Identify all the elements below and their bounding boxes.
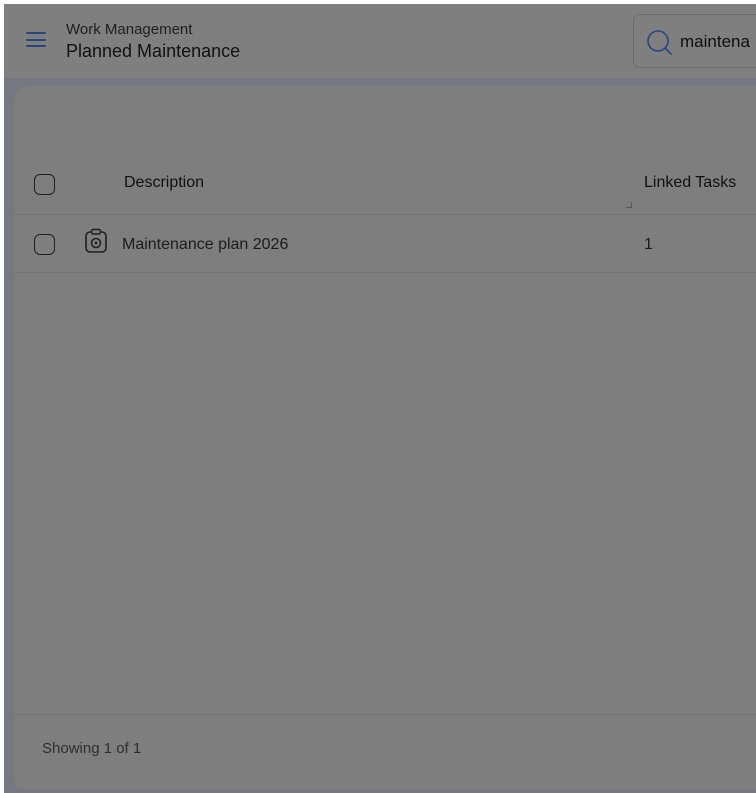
row-divider [14, 272, 756, 273]
column-header-linked-tasks[interactable]: Linked Tasks [644, 174, 736, 192]
top-bar: Work Management Planned Maintenance [4, 4, 756, 78]
footer-divider [14, 714, 756, 715]
hamburger-menu-icon[interactable] [26, 31, 46, 49]
breadcrumb[interactable]: Work Management [66, 21, 192, 38]
row-checkbox[interactable] [34, 234, 55, 255]
column-header-description[interactable]: Description [124, 174, 204, 192]
column-resize-handle[interactable] [626, 202, 632, 208]
row-linked-tasks: 1 [644, 236, 653, 253]
table-panel: Description Linked Tasks Maintenance pla… [14, 86, 756, 789]
search-icon [647, 30, 672, 55]
header-divider [14, 214, 756, 215]
page-title: Planned Maintenance [66, 41, 241, 61]
search-box[interactable] [633, 14, 756, 68]
search-input[interactable] [680, 29, 756, 55]
row-description: Maintenance plan 2026 [122, 236, 289, 253]
table-row[interactable]: Maintenance plan 2026 1 [14, 218, 756, 272]
select-all-checkbox[interactable] [34, 174, 55, 195]
maintenance-clipboard-icon [85, 228, 107, 253]
app-frame: Work Management Planned Maintenance Desc… [4, 4, 756, 793]
pagination-status: Showing 1 of 1 [42, 740, 142, 757]
